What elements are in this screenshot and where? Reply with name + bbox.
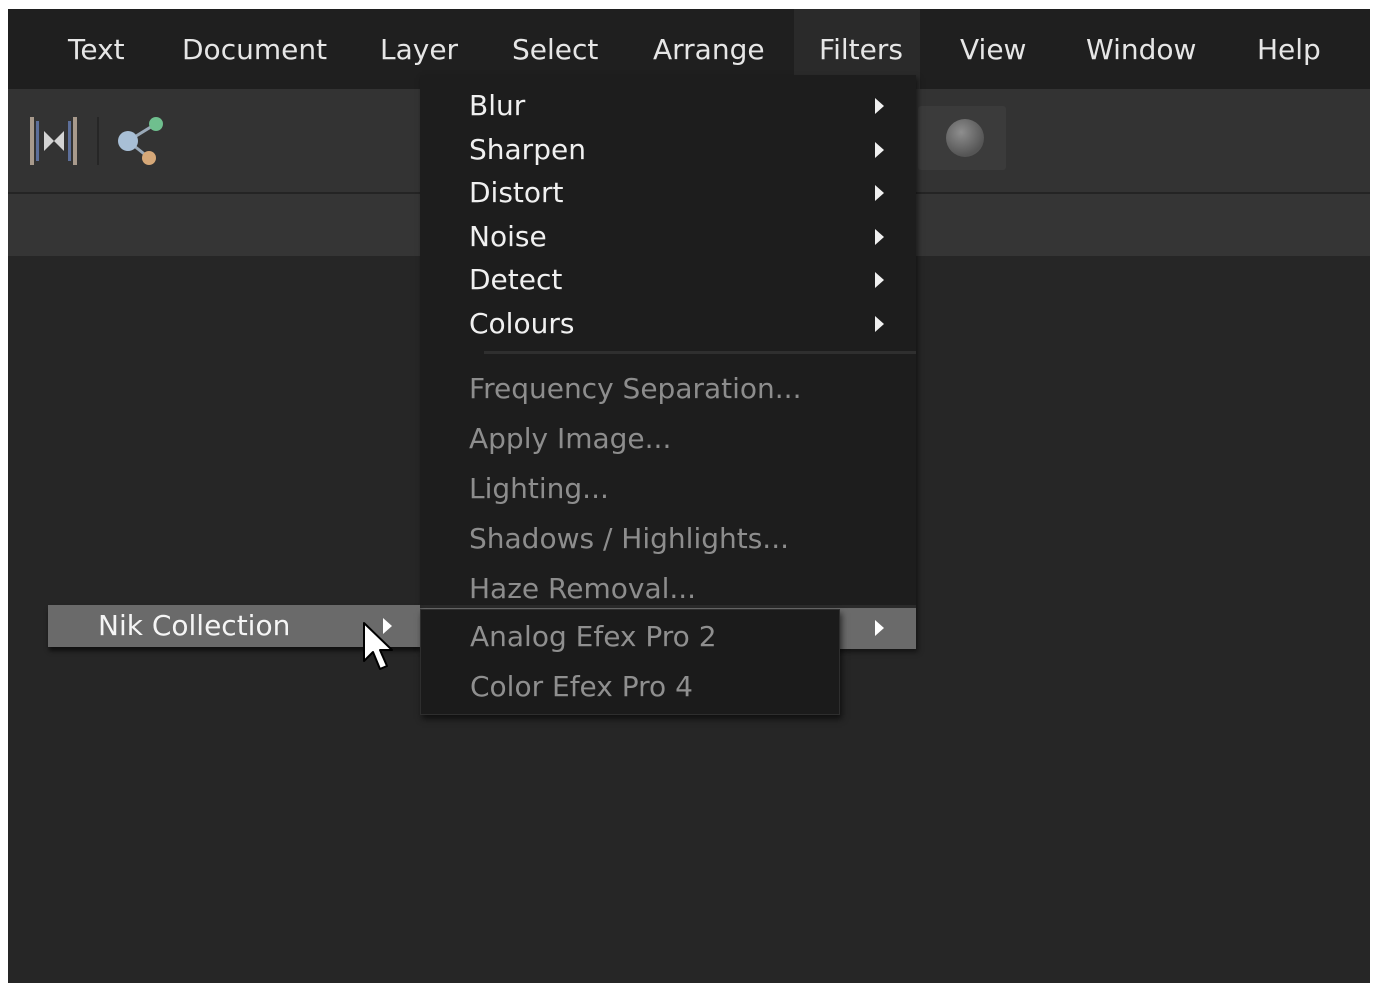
menu-item-color-efex-pro-4[interactable]: Color Efex Pro 4 bbox=[421, 662, 839, 712]
submenu-arrow-icon bbox=[875, 272, 884, 288]
align-distribute-icon[interactable] bbox=[26, 113, 82, 169]
filters-dropdown: Blur Sharpen Distort Noise Detect Colour… bbox=[420, 75, 916, 649]
toolbar-separator bbox=[97, 117, 99, 165]
menu-item-label: Nik Collection bbox=[98, 609, 291, 642]
menu-item-analog-efex-pro-2[interactable]: Analog Efex Pro 2 bbox=[421, 612, 839, 662]
menu-item-label: Sharpen bbox=[469, 133, 586, 166]
menu-item-noise[interactable]: Noise bbox=[420, 215, 916, 259]
menu-item-label: Apply Image... bbox=[469, 422, 672, 455]
menu-item-label: Color Efex Pro 4 bbox=[470, 670, 693, 703]
menu-item-label: Noise bbox=[469, 220, 547, 253]
menu-view[interactable]: View bbox=[960, 9, 1026, 89]
menu-help[interactable]: Help bbox=[1257, 9, 1321, 89]
submenu-arrow-icon bbox=[875, 229, 884, 245]
menu-item-distort[interactable]: Distort bbox=[420, 171, 916, 215]
menu-item-label: Colours bbox=[469, 307, 575, 340]
menu-item-label: Blur bbox=[469, 89, 526, 122]
menu-item-label: Distort bbox=[469, 176, 564, 209]
menu-item-label: Lighting... bbox=[469, 472, 609, 505]
menu-separator bbox=[484, 351, 916, 354]
menu-item-detect[interactable]: Detect bbox=[420, 258, 916, 302]
nik-collection-submenu: Analog Efex Pro 2 Color Efex Pro 4 bbox=[420, 609, 840, 715]
sphere-tool-button[interactable] bbox=[918, 106, 1006, 170]
submenu-arrow-icon bbox=[875, 142, 884, 158]
submenu-arrow-icon bbox=[875, 98, 884, 114]
menu-item-label: Frequency Separation... bbox=[469, 372, 802, 405]
menu-window[interactable]: Window bbox=[1086, 9, 1196, 89]
sphere-icon bbox=[946, 119, 984, 157]
menu-document[interactable]: Document bbox=[182, 9, 327, 89]
share-nodes-icon[interactable] bbox=[112, 113, 172, 169]
menu-item-sharpen[interactable]: Sharpen bbox=[420, 128, 916, 172]
menu-item-blur[interactable]: Blur bbox=[420, 84, 916, 128]
menu-text[interactable]: Text bbox=[68, 9, 125, 89]
menu-item-label: Detect bbox=[469, 263, 563, 296]
menu-item-lighting[interactable]: Lighting... bbox=[420, 467, 916, 511]
menu-item-label: Analog Efex Pro 2 bbox=[470, 620, 717, 653]
menu-item-apply-image[interactable]: Apply Image... bbox=[420, 417, 916, 461]
menu-item-colours[interactable]: Colours bbox=[420, 302, 916, 346]
menu-item-label: Shadows / Highlights... bbox=[469, 522, 790, 555]
submenu-arrow-icon bbox=[875, 316, 884, 332]
mouse-pointer-icon bbox=[363, 622, 393, 670]
menu-item-frequency-separation[interactable]: Frequency Separation... bbox=[420, 367, 916, 411]
app-window: Text Document Layer Select Arrange Filte… bbox=[8, 9, 1370, 983]
menu-item-shadows-highlights[interactable]: Shadows / Highlights... bbox=[420, 517, 916, 561]
submenu-arrow-icon bbox=[875, 185, 884, 201]
submenu-arrow-icon bbox=[875, 620, 884, 636]
